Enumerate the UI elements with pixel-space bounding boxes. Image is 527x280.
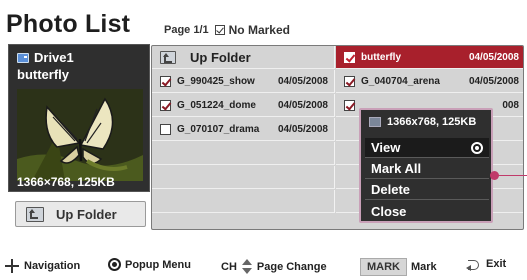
file-name: butterfly [361,51,401,63]
file-item[interactable]: G_990425_show 04/05/2008 [152,70,335,93]
channel-updown-icon [241,258,253,276]
menu-item-delete[interactable]: Delete [365,180,489,200]
exit-return-icon [466,258,482,271]
marked-status: No Marked [214,23,290,37]
file-date: 04/05/2008 [468,51,519,63]
file-checkbox[interactable] [344,75,355,87]
file-item[interactable]: G_040704_arena 04/05/2008 [336,70,523,93]
up-folder-icon [160,50,176,64]
popup-menu: 1366x768, 125KB View Mark All Delete Clo… [359,108,493,223]
mark-key: MARK [360,258,407,276]
hint-label: Popup Menu [125,258,191,271]
menu-item-view[interactable]: View [365,138,489,158]
grid-up-folder[interactable]: Up Folder [152,46,335,69]
hint-label: Exit [486,258,507,270]
file-item[interactable]: butterfly 04/05/2008 [336,46,523,69]
page-indicator: Page 1/1 [164,24,209,36]
empty-cell [152,142,335,165]
file-name: G_070107_drama [177,123,260,135]
file-checkbox[interactable] [160,123,171,135]
photo-icon [369,117,381,127]
popup-info-text: 1366x768, 125KB [387,116,477,128]
callout-line [494,175,527,176]
file-checkbox[interactable] [160,99,171,111]
menu-item-close[interactable]: Close [365,201,489,221]
hint-label: Page Change [256,261,327,273]
menu-item-mark-all[interactable]: Mark All [365,159,489,179]
menu-item-label: Delete [371,182,411,197]
preview-filename: butterfly [17,67,69,82]
ok-radio-icon [471,142,483,154]
marked-status-label: No Marked [228,23,290,37]
butterfly-image [17,89,143,181]
preview-panel: Drive1 butterfly 1366×768, 125KB [8,44,150,192]
hint-popup-menu: Popup Menu [108,258,191,271]
hint-key: CH [221,261,237,273]
file-checkbox[interactable] [344,51,355,63]
up-folder-icon [26,206,44,222]
file-name: G_040704_arena [361,75,440,87]
hint-label: Navigation [24,260,81,272]
menu-item-label: Mark All [371,161,422,176]
checkbox-icon [214,25,225,35]
navigation-arrows-icon [4,258,20,274]
preview-thumbnail [17,89,143,181]
file-item[interactable]: G_070107_drama 04/05/2008 [152,118,335,141]
ok-button-icon [108,258,121,271]
file-checkbox[interactable] [160,75,171,87]
hint-page-change: CH Page Change [221,258,327,276]
up-folder-button[interactable]: Up Folder [15,201,146,227]
file-date: 04/05/2008 [277,75,328,87]
file-date: 04/05/2008 [277,99,328,111]
file-date: 04/05/2008 [468,75,519,87]
grid-up-folder-label: Up Folder [190,49,251,65]
page-title: Photo List [6,10,131,38]
preview-resolution: 1366×768, 125KB [17,175,115,189]
hint-mark: MARK Mark [360,258,437,276]
file-checkbox[interactable] [344,99,355,111]
page-info: Page 1/1 No Marked [164,23,290,37]
empty-cell [152,190,335,213]
hint-navigation: Navigation [4,258,80,274]
footer-hints: Navigation Popup Menu CH Page Change MAR… [4,256,527,276]
file-item[interactable]: G_051224_dome 04/05/2008 [152,94,335,117]
menu-item-label: Close [371,203,407,219]
empty-cell [152,166,335,189]
popup-info: 1366x768, 125KB [369,116,476,128]
usb-drive-icon [17,52,29,63]
file-date: 008 [502,99,519,111]
file-name: G_051224_dome [177,99,256,111]
menu-item-label: View [371,140,401,155]
drive-label: Drive1 [17,50,74,65]
drive-name: Drive1 [34,50,74,65]
file-name: G_990425_show [177,75,255,87]
up-folder-label: Up Folder [56,206,117,222]
file-date: 04/05/2008 [277,123,328,135]
hint-exit: Exit [466,258,507,271]
hint-label: Mark [411,261,437,273]
